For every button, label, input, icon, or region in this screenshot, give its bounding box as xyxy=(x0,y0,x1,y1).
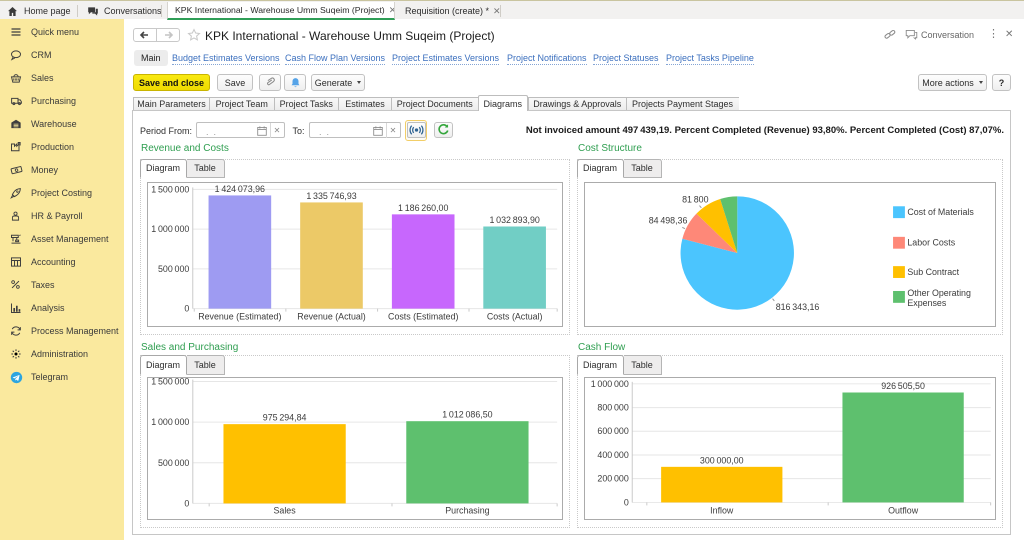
svg-text:1 000 000: 1 000 000 xyxy=(590,379,628,389)
svg-text:1 424 073,96: 1 424 073,96 xyxy=(214,184,264,194)
svg-text:926 505,50: 926 505,50 xyxy=(881,381,925,391)
svg-text:Purchasing: Purchasing xyxy=(445,506,489,516)
svg-text:Cost of Materials: Cost of Materials xyxy=(907,207,974,217)
svg-text:Expenses: Expenses xyxy=(907,298,946,308)
svg-text:800 000: 800 000 xyxy=(597,403,628,413)
svg-text:816 343,16: 816 343,16 xyxy=(775,302,819,312)
svg-text:Sub Contract: Sub Contract xyxy=(907,267,959,277)
svg-text:1 335 746,93: 1 335 746,93 xyxy=(306,191,356,201)
svg-text:Outflow: Outflow xyxy=(888,506,919,516)
svg-text:1 500 000: 1 500 000 xyxy=(151,377,189,387)
svg-text:0: 0 xyxy=(184,304,189,314)
svg-text:Costs (Estimated): Costs (Estimated) xyxy=(388,312,458,322)
svg-text:500 000: 500 000 xyxy=(157,264,188,274)
svg-text:Labor Costs: Labor Costs xyxy=(907,238,955,248)
svg-text:Revenue (Estimated): Revenue (Estimated) xyxy=(198,312,281,322)
svg-text:1 012 086,50: 1 012 086,50 xyxy=(442,410,492,420)
svg-text:Sales: Sales xyxy=(273,506,296,516)
svg-text:Inflow: Inflow xyxy=(710,506,734,516)
svg-text:84 498,36: 84 498,36 xyxy=(648,215,687,225)
svg-text:Costs (Actual): Costs (Actual) xyxy=(486,312,542,322)
svg-text:600 000: 600 000 xyxy=(597,426,628,436)
svg-text:Other Operating: Other Operating xyxy=(907,288,971,298)
svg-text:200 000: 200 000 xyxy=(597,474,628,484)
svg-text:300 000,00: 300 000,00 xyxy=(699,455,743,465)
svg-text:1 000 000: 1 000 000 xyxy=(151,417,189,427)
svg-text:500 000: 500 000 xyxy=(158,458,189,468)
svg-text:1 000 000: 1 000 000 xyxy=(151,224,189,234)
svg-text:1 032 893,90: 1 032 893,90 xyxy=(489,215,539,225)
svg-text:1 500 000: 1 500 000 xyxy=(151,184,189,194)
svg-text:81 800: 81 800 xyxy=(682,195,708,205)
svg-text:975 294,84: 975 294,84 xyxy=(262,413,306,423)
svg-text:0: 0 xyxy=(184,498,189,508)
svg-text:0: 0 xyxy=(623,497,628,507)
svg-text:1 186 260,00: 1 186 260,00 xyxy=(398,203,448,213)
svg-text:400 000: 400 000 xyxy=(597,450,628,460)
svg-text:Revenue (Actual): Revenue (Actual) xyxy=(297,312,365,322)
